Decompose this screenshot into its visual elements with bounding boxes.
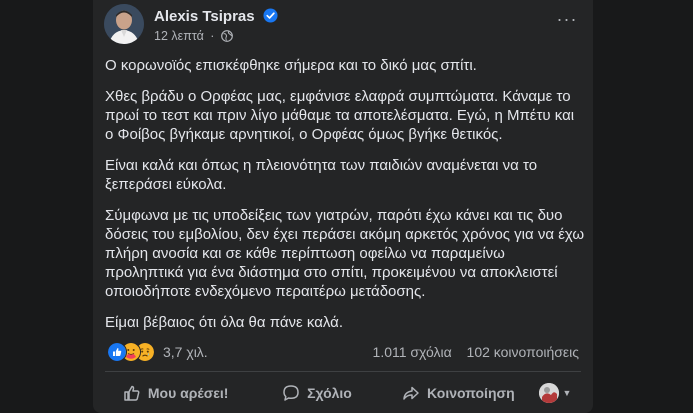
thumbs-up-icon: [124, 385, 140, 401]
more-options-button[interactable]: ···: [553, 10, 581, 34]
verified-badge-icon: [263, 8, 278, 23]
post-paragraph: Είμαι βέβαιος ότι όλα θα πάνε καλά.: [105, 314, 344, 331]
engagement-counts: 1.011 σχόλια 102 κοινοποιήσεις: [373, 344, 579, 360]
post-text: Ο κορωνοϊός επισκέφθηκε σήμερα και το δι…: [105, 56, 585, 344]
reactions-bar: 3,7 χιλ. 1.011 σχόλια 102 κοινοποιήσεις: [107, 342, 579, 362]
post-timestamp[interactable]: 12 λεπτά: [154, 29, 204, 43]
post-header: Alexis Tsipras 12 λεπτά · ···: [104, 4, 581, 48]
post-card: Alexis Tsipras 12 λεπτά · ··· Ο κορωνοϊό…: [93, 0, 593, 413]
share-icon: [403, 386, 419, 400]
share-count[interactable]: 102 κοινοποιήσεις: [467, 344, 579, 360]
chevron-down-icon: ▼: [562, 388, 572, 398]
post-paragraph: Σύμφωνα με τις υποδείξεις των γιατρών, π…: [105, 207, 585, 300]
more-options-icon: ···: [556, 9, 578, 29]
share-button-label: Κοινοποίηση: [427, 385, 515, 401]
author-avatar[interactable]: [104, 4, 144, 44]
comment-button-label: Σχόλιο: [307, 385, 352, 401]
post-meta: 12 λεπτά ·: [154, 29, 233, 43]
post-paragraph: Χθες βράδυ ο Ορφέας μας, εμφάνισε ελαφρά…: [105, 88, 575, 143]
meta-separator: ·: [210, 29, 215, 43]
reaction-count[interactable]: 3,7 χιλ.: [163, 344, 208, 360]
globe-icon[interactable]: [221, 30, 233, 42]
like-button[interactable]: Μου αρέσει!: [105, 377, 246, 409]
audience-selector[interactable]: ▼: [529, 377, 581, 409]
comment-button[interactable]: Σχόλιο: [246, 377, 387, 409]
like-icon: [107, 342, 127, 362]
actions-divider: [105, 371, 581, 372]
post-paragraph: Ο κορωνοϊός επισκέφθηκε σήμερα και το δι…: [105, 57, 477, 74]
comment-count[interactable]: 1.011 σχόλια: [373, 344, 452, 360]
post-actions: Μου αρέσει! Σχόλιο Κοινοποίηση ▼: [105, 376, 581, 410]
like-button-label: Μου αρέσει!: [147, 385, 229, 401]
author-name-text[interactable]: Alexis Tsipras: [154, 8, 255, 25]
share-button[interactable]: Κοινοποίηση: [388, 377, 529, 409]
viewer-avatar: [538, 383, 559, 403]
comment-icon: [283, 385, 299, 401]
author-name[interactable]: Alexis Tsipras: [154, 8, 278, 25]
post-paragraph: Είναι καλά και όπως η πλειονότητα των πα…: [105, 157, 538, 193]
